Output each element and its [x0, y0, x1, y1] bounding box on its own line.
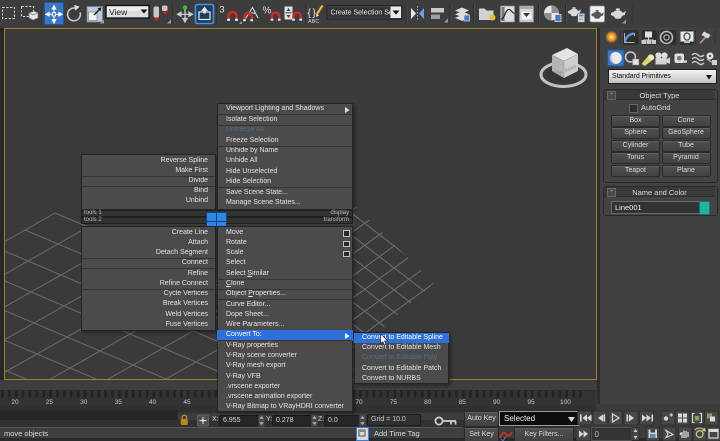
- svg-text:0: 0: [595, 430, 600, 439]
